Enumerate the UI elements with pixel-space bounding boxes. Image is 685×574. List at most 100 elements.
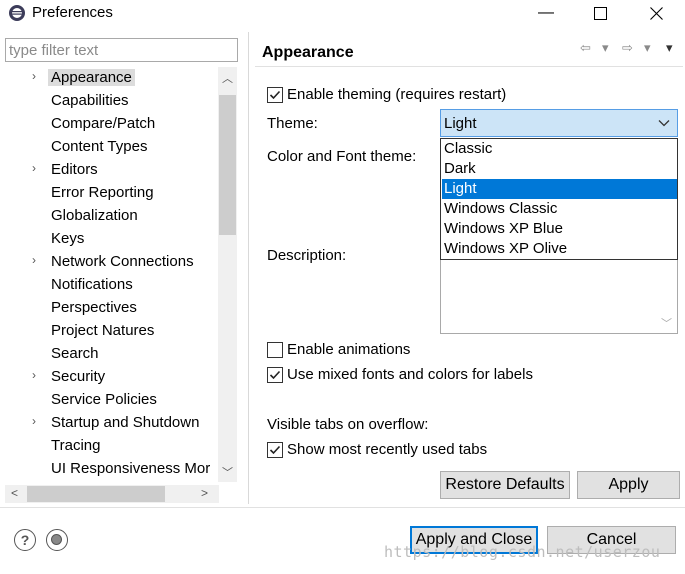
tree-item[interactable]: Compare/Patch xyxy=(5,113,217,135)
page-title: Appearance xyxy=(262,44,354,61)
tree-item[interactable]: › Startup and Shutdown xyxy=(5,412,217,434)
tree-item[interactable]: › Appearance xyxy=(5,67,217,89)
theme-dropdown-list: Classic Dark Light Windows Classic Windows X… xyxy=(440,138,678,260)
tree-item[interactable]: Notifications xyxy=(5,274,217,296)
tree-item-label: Error Reporting xyxy=(51,184,154,201)
watermark-text: https://blog.csdn.net/userzou xyxy=(384,543,661,561)
scroll-left-icon[interactable]: < xyxy=(11,486,18,500)
checkmark-icon xyxy=(269,370,281,380)
mixed-fonts-checkbox[interactable] xyxy=(267,367,283,383)
minimize-icon: — xyxy=(538,4,554,21)
tree-item[interactable]: Error Reporting xyxy=(5,182,217,204)
tree-horizontal-scrollbar[interactable]: < > xyxy=(5,485,219,503)
description-label: Description: xyxy=(267,247,347,264)
theme-select-value: Light xyxy=(444,115,477,132)
tree-item-label: UI Responsiveness Mor xyxy=(51,460,211,477)
apply-button[interactable]: Apply xyxy=(577,471,680,499)
tree-item-label: Compare/Patch xyxy=(51,115,156,132)
tree-item-label: Search xyxy=(51,345,99,362)
tree-item-label: Network Connections xyxy=(51,253,194,270)
chevron-right-icon[interactable]: › xyxy=(32,69,36,83)
tree-item[interactable]: Tracing xyxy=(5,435,217,457)
window-title: Preferences xyxy=(32,4,113,21)
header-separator xyxy=(255,66,683,67)
help-icon[interactable]: ? xyxy=(14,529,36,551)
eclipse-app-icon xyxy=(9,5,25,21)
hscroll-thumb[interactable] xyxy=(27,486,165,502)
tree-item-label: Content Types xyxy=(51,138,148,155)
restore-defaults-button[interactable]: Restore Defaults xyxy=(440,471,570,499)
chevron-right-icon[interactable]: › xyxy=(32,414,36,428)
mixed-fonts-label: Use mixed fonts and colors for labels xyxy=(287,366,533,383)
tree-item-label: Service Policies xyxy=(51,391,157,408)
tree-item[interactable]: UI Responsiveness Mor xyxy=(5,458,217,480)
back-arrow-icon[interactable]: ⇦ xyxy=(580,40,591,56)
checkmark-icon xyxy=(269,90,281,100)
theme-select[interactable]: Light xyxy=(440,109,678,137)
scroll-right-icon[interactable]: > xyxy=(201,486,208,500)
tree-vertical-scrollbar[interactable]: ︿ ﹀ xyxy=(218,67,237,482)
checkmark-icon xyxy=(269,445,281,455)
tree-item[interactable]: Service Policies xyxy=(5,389,217,411)
enable-animations-label: Enable animations xyxy=(287,341,411,358)
view-menu-icon[interactable]: ▾ xyxy=(666,40,673,56)
tree-item[interactable]: Capabilities xyxy=(5,90,217,112)
visible-tabs-label: Visible tabs on overflow: xyxy=(267,416,429,433)
maximize-icon xyxy=(593,6,607,20)
filter-input[interactable] xyxy=(5,38,238,62)
tree-item-label: Editors xyxy=(51,161,98,178)
tree-item-label: Security xyxy=(51,368,106,385)
tree-item-label: Keys xyxy=(51,230,85,247)
preference-tree: › Appearance Capabilities Compare/Patch Cont… xyxy=(5,65,237,485)
chevron-right-icon[interactable]: › xyxy=(32,368,36,382)
theme-option[interactable]: Windows XP Blue xyxy=(442,219,677,239)
scroll-down-icon[interactable]: ﹀ xyxy=(222,464,233,480)
theme-label: Theme: xyxy=(267,115,318,132)
scroll-up-icon[interactable]: ︿ xyxy=(222,70,233,86)
maximize-button[interactable] xyxy=(577,0,623,26)
pane-divider[interactable] xyxy=(248,32,249,504)
close-icon xyxy=(649,6,663,20)
theme-option[interactable]: Light xyxy=(442,179,677,199)
tree-item[interactable]: › Security xyxy=(5,366,217,388)
forward-history-dropdown-icon[interactable]: ▾ xyxy=(644,40,651,56)
description-text-area[interactable]: ﹀ xyxy=(440,257,678,334)
enable-theming-label: Enable theming (requires restart) xyxy=(287,86,507,103)
color-font-theme-label: Color and Font theme: xyxy=(267,148,417,165)
tree-item-label: Notifications xyxy=(51,276,133,293)
tree-item[interactable]: › Editors xyxy=(5,159,217,181)
close-button[interactable] xyxy=(633,0,679,26)
show-mru-tabs-checkbox[interactable] xyxy=(267,442,283,458)
tree-item[interactable]: Perspectives xyxy=(5,297,217,319)
chevron-down-icon xyxy=(658,116,670,130)
tree-item-label: Project Natures xyxy=(51,322,155,339)
tree-item[interactable]: Content Types xyxy=(5,136,217,158)
tree-item[interactable]: Keys xyxy=(5,228,217,250)
record-macro-icon[interactable] xyxy=(46,529,68,551)
chevron-right-icon[interactable]: › xyxy=(32,161,36,175)
tree-item[interactable]: Search xyxy=(5,343,217,365)
theme-option[interactable]: Dark xyxy=(442,159,677,179)
scroll-thumb[interactable] xyxy=(219,95,236,235)
tree-item[interactable]: Project Natures xyxy=(5,320,217,342)
description-scrollbar[interactable]: ﹀ xyxy=(656,258,676,333)
minimize-button[interactable]: — xyxy=(523,0,569,26)
footer-separator xyxy=(0,507,685,508)
show-mru-tabs-label: Show most recently used tabs xyxy=(287,441,488,458)
theme-option[interactable]: Classic xyxy=(442,139,677,159)
forward-arrow-icon[interactable]: ⇨ xyxy=(622,40,633,56)
theme-option[interactable]: Windows XP Olive xyxy=(442,239,677,259)
page-navigation: ⇦ ▾ ⇨ ▾ ▾ xyxy=(578,40,680,60)
tree-item-label: Appearance xyxy=(48,69,135,86)
tree-item[interactable]: Globalization xyxy=(5,205,217,227)
back-history-dropdown-icon[interactable]: ▾ xyxy=(602,40,609,56)
tree-item-label: Tracing xyxy=(51,437,101,454)
scroll-down-icon[interactable]: ﹀ xyxy=(661,315,672,331)
enable-animations-checkbox[interactable] xyxy=(267,342,283,358)
title-bar: Preferences — xyxy=(0,0,685,26)
tree-item[interactable]: › Network Connections xyxy=(5,251,217,273)
theme-option[interactable]: Windows Classic xyxy=(442,199,677,219)
tree-item-label: Startup and Shutdown xyxy=(51,414,200,431)
chevron-right-icon[interactable]: › xyxy=(32,253,36,267)
enable-theming-checkbox[interactable] xyxy=(267,87,283,103)
